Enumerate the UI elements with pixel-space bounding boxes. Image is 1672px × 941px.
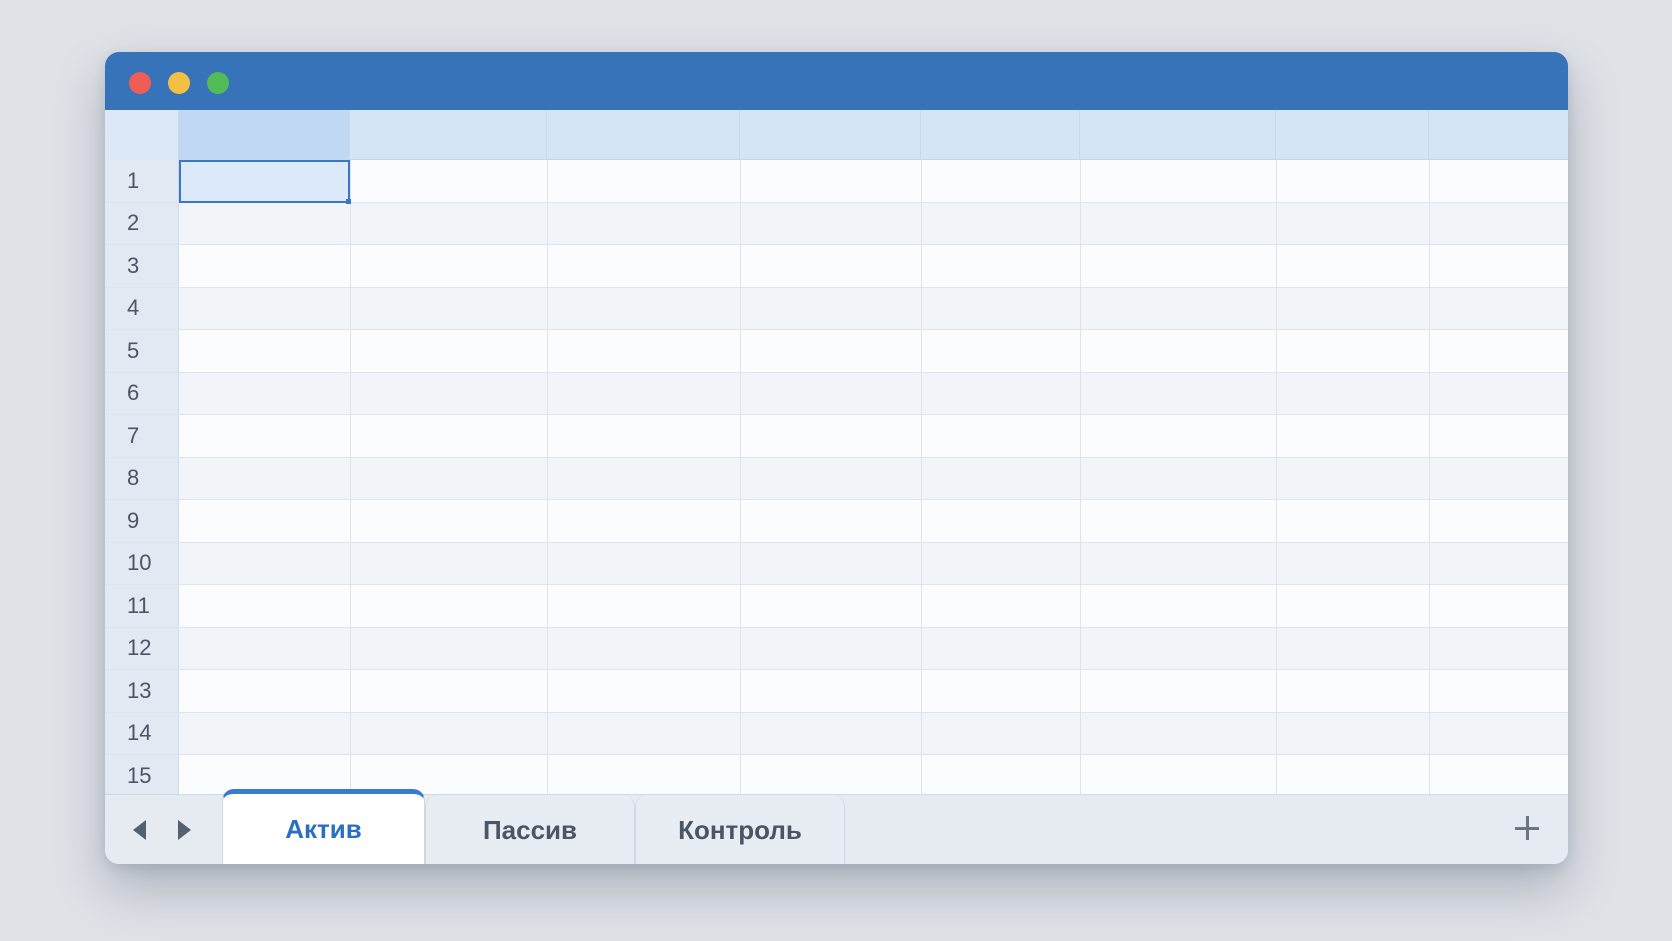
column-header[interactable] [547,110,740,160]
sheet-tab-passiv[interactable]: Пассив [425,795,635,864]
column-divider [1276,160,1277,794]
sheet-tab-kontrol[interactable]: Контроль [635,795,845,864]
triangle-left-icon[interactable] [133,820,146,840]
spreadsheet-window: 1 2 3 4 5 6 7 8 9 10 11 12 13 14 15 Актив Пассив Контр… [105,52,1568,864]
column-divider [547,160,548,794]
row-header[interactable]: 1 [105,160,179,202]
table-row: 5 [105,330,1568,373]
row-header[interactable]: 11 [105,585,179,627]
row-header[interactable]: 9 [105,500,179,542]
column-header[interactable] [740,110,921,160]
column-header[interactable] [1429,110,1568,160]
column-divider [350,160,351,794]
column-divider [1080,160,1081,794]
table-row: 8 [105,457,1568,500]
fill-handle[interactable] [346,199,351,204]
column-header[interactable] [1080,110,1276,160]
table-row: 14 [105,712,1568,755]
table-row: 7 [105,415,1568,458]
row-header[interactable]: 3 [105,245,179,287]
row-header[interactable]: 7 [105,415,179,457]
table-row: 4 [105,287,1568,330]
triangle-right-icon[interactable] [178,820,191,840]
row-header[interactable]: 8 [105,457,179,499]
table-row: 3 [105,245,1568,288]
spreadsheet-grid: 1 2 3 4 5 6 7 8 9 10 11 12 13 14 15 [105,110,1568,798]
table-row: 13 [105,670,1568,713]
column-header[interactable] [921,110,1080,160]
row-header[interactable]: 15 [105,755,179,797]
column-header[interactable] [350,110,547,160]
table-row: 2 [105,202,1568,245]
column-divider [921,160,922,794]
table-row: 12 [105,627,1568,670]
column-header-row [105,110,1568,160]
sheet-tab-bar: Актив Пассив Контроль [105,789,1568,864]
sheet-tab-label: Актив [285,814,362,844]
sheet-tab-label: Пассив [482,814,578,845]
plus-icon[interactable] [1512,813,1542,843]
table-row: 10 [105,542,1568,585]
column-divider [740,160,741,794]
zoom-window-button[interactable] [207,72,229,94]
sheet-tab-aktiv[interactable]: Актив [222,789,425,864]
minimize-window-button[interactable] [168,72,190,94]
table-row: 11 [105,585,1568,628]
column-divider [1429,160,1430,794]
row-header[interactable]: 12 [105,627,179,669]
active-cell[interactable] [179,160,351,204]
row-header[interactable]: 10 [105,542,179,584]
row-header[interactable]: 4 [105,287,179,329]
row-header[interactable]: 6 [105,372,179,414]
column-header[interactable] [179,110,350,160]
sheet-tab-label: Контроль [678,814,802,845]
row-header[interactable]: 14 [105,712,179,754]
table-row: 6 [105,372,1568,415]
table-row: 9 [105,500,1568,543]
title-bar [105,52,1568,110]
row-header[interactable]: 2 [105,202,179,244]
row-header[interactable]: 13 [105,670,179,712]
close-window-button[interactable] [129,72,151,94]
column-header[interactable] [1276,110,1429,160]
select-all-corner[interactable] [105,110,179,160]
row-header[interactable]: 5 [105,330,179,372]
